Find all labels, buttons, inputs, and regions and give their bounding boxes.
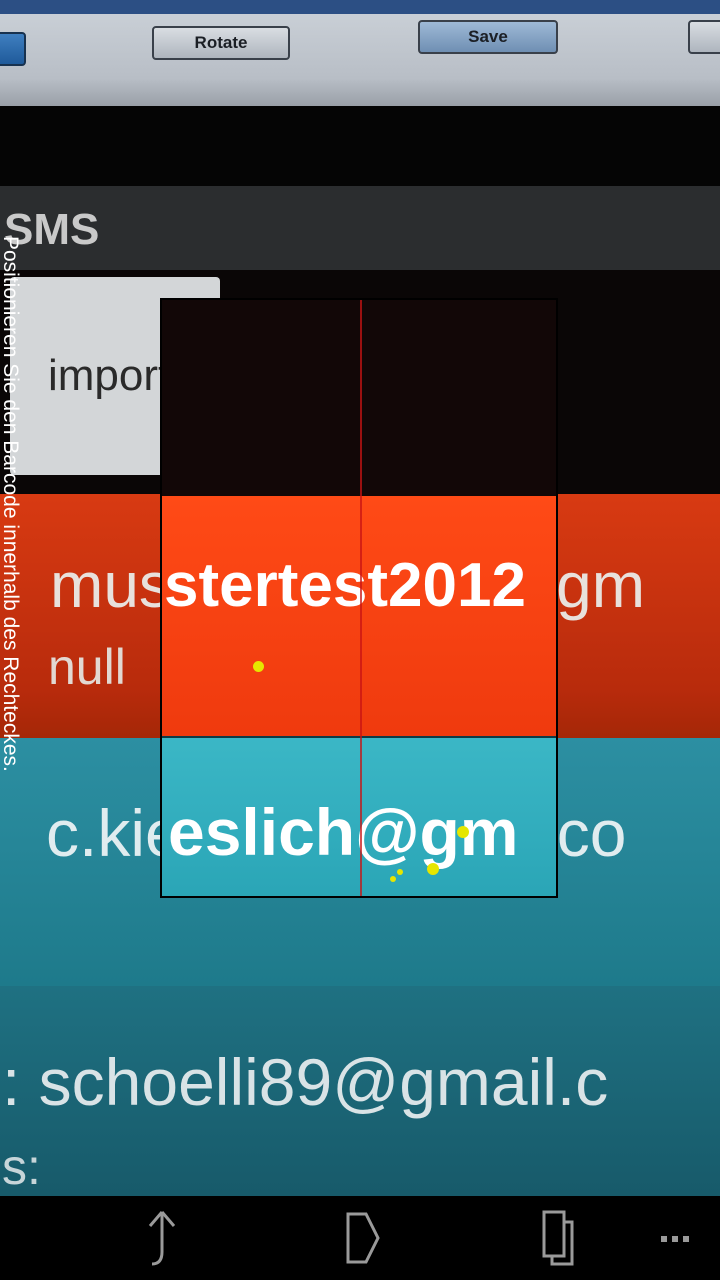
app-header (0, 186, 720, 270)
result-point (457, 826, 469, 838)
import-label: import (48, 351, 171, 400)
forward-icon (346, 1212, 380, 1264)
share-icon (148, 1211, 176, 1266)
window-title-strip (0, 0, 720, 14)
scan-text: stertest2012 (164, 551, 526, 620)
action-bar (0, 1196, 720, 1280)
result-point (427, 863, 439, 875)
share-button[interactable] (112, 1196, 212, 1280)
scanner-laser-line (360, 300, 362, 896)
result-point (390, 876, 396, 882)
copy-icon (542, 1210, 574, 1266)
copy-button[interactable] (508, 1196, 608, 1280)
camera-preview: Rotate Save SMS import mustertest2012@gm… (0, 0, 720, 1196)
save-button: Save (418, 20, 558, 54)
photographed-toolbar: Rotate Save (0, 14, 720, 106)
toolbar-left-button (0, 32, 26, 66)
dark-band (0, 106, 720, 186)
scan-row-divider (162, 736, 556, 738)
scan-rectangle: stertest2012 eslich@gm (160, 298, 558, 898)
overflow-menu-button[interactable] (630, 1196, 720, 1280)
scan-region-dark (162, 300, 556, 496)
forward-button[interactable] (312, 1196, 412, 1280)
result-point (397, 869, 403, 875)
row-status: null (48, 639, 126, 695)
overflow-menu-icon (661, 1236, 689, 1242)
row-email: : schoelli89@gmail.c (2, 1045, 609, 1119)
toolbar-right-button (688, 20, 720, 54)
rotate-button: Rotate (152, 26, 290, 60)
result-point (253, 661, 264, 672)
row-trailing-label: s: (2, 1139, 41, 1195)
scan-hint-text: Positionieren Sie den Barcode innerhalb … (0, 236, 22, 772)
